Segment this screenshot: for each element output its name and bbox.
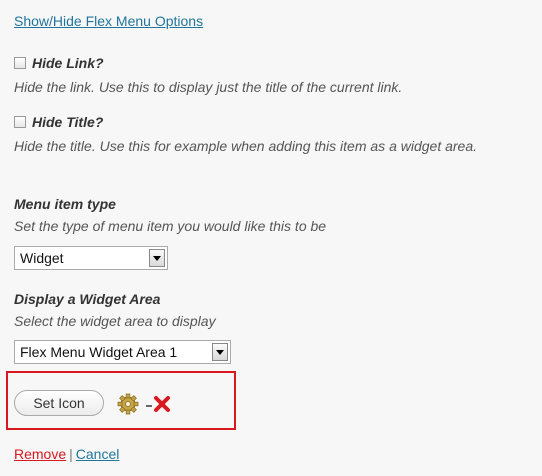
- close-icon[interactable]: [152, 394, 172, 414]
- remove-link[interactable]: Remove: [14, 446, 66, 462]
- menu-item-settings: Show/Hide Flex Menu Options Hide Link? H…: [0, 0, 542, 476]
- hide-link-checkbox[interactable]: [14, 57, 26, 69]
- hide-title-checkbox[interactable]: [14, 116, 26, 128]
- cancel-link[interactable]: Cancel: [76, 446, 120, 462]
- menu-item-type-select[interactable]: Widget: [14, 246, 168, 270]
- widget-area-field: Display a Widget Area Select the widget …: [14, 291, 216, 329]
- chevron-down-icon[interactable]: [149, 249, 165, 267]
- widget-area-select[interactable]: Flex Menu Widget Area 1: [14, 340, 231, 364]
- hide-title-option: Hide Title? Hide the title. Use this for…: [14, 114, 534, 156]
- footer-actions: Remove | Cancel: [14, 446, 119, 462]
- widget-area-value: Flex Menu Widget Area 1: [20, 344, 178, 360]
- hide-link-label: Hide Link?: [32, 55, 104, 71]
- hide-link-option: Hide Link? Hide the link. Use this to di…: [14, 55, 534, 97]
- gear-icon[interactable]: [117, 393, 139, 415]
- menu-item-type-label: Menu item type: [14, 196, 116, 212]
- hide-title-description: Hide the title. Use this for example whe…: [14, 138, 478, 154]
- menu-item-type-value: Widget: [20, 250, 64, 266]
- set-icon-button[interactable]: Set Icon: [14, 390, 104, 416]
- chevron-down-icon[interactable]: [212, 343, 228, 361]
- menu-item-type-description: Set the type of menu item you would like…: [14, 218, 327, 234]
- menu-item-type-field: Menu item type Set the type of menu item…: [14, 196, 326, 234]
- hide-link-description: Hide the link. Use this to display just …: [14, 79, 403, 95]
- widget-area-label: Display a Widget Area: [14, 291, 161, 307]
- show-hide-options-link[interactable]: Show/Hide Flex Menu Options: [14, 13, 203, 29]
- widget-area-description: Select the widget area to display: [14, 313, 216, 329]
- hide-title-label: Hide Title?: [32, 114, 104, 130]
- separator: |: [69, 446, 73, 462]
